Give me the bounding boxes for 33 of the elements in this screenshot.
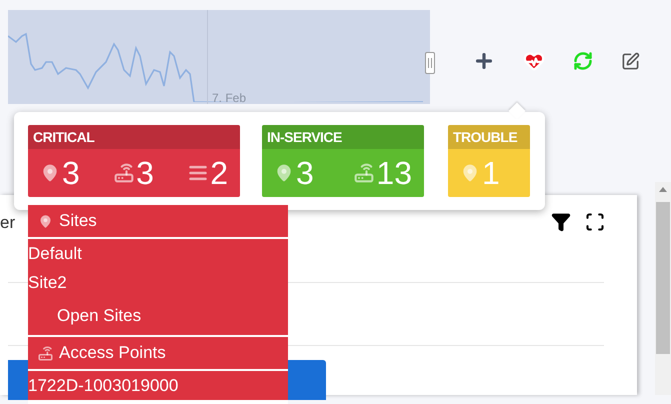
- menu-item[interactable]: Default: [28, 239, 288, 268]
- menu-item[interactable]: Site2: [28, 268, 288, 297]
- heart-pulse-icon[interactable]: [523, 50, 545, 72]
- open-sites-link[interactable]: Open Sites: [28, 297, 288, 335]
- status-title: CRITICAL: [33, 128, 94, 146]
- range-handle[interactable]: [425, 52, 435, 74]
- section-title: Sites: [59, 210, 97, 232]
- router-icon: [38, 346, 53, 360]
- edit-icon[interactable]: [621, 52, 640, 70]
- list-icon: [188, 163, 208, 183]
- status-card[interactable]: IN-SERVICE 3 13: [262, 125, 424, 197]
- count-value: 2: [210, 157, 228, 189]
- map-pin-icon: [38, 214, 53, 228]
- count-value: 3: [62, 157, 80, 189]
- count-value: 3: [136, 157, 154, 189]
- router-icon: [114, 163, 134, 183]
- scrollbar[interactable]: [655, 182, 671, 395]
- fullscreen-icon[interactable]: [585, 212, 605, 232]
- menu-item[interactable]: 1722D-1003019000: [28, 371, 288, 400]
- status-title: TROUBLE: [453, 128, 518, 146]
- add-icon[interactable]: [473, 50, 495, 72]
- scroll-thumb[interactable]: [656, 202, 670, 354]
- date-label: 7. Feb: [212, 92, 246, 104]
- section-title: Access Points: [59, 342, 166, 364]
- panel-title: er: [0, 212, 16, 234]
- scroll-up-icon[interactable]: [659, 187, 667, 192]
- status-title: IN-SERVICE: [267, 128, 342, 146]
- count-value: 1: [482, 157, 500, 189]
- filter-icon[interactable]: [551, 212, 571, 232]
- router-icon: [354, 163, 374, 183]
- count-value: 13: [376, 157, 412, 189]
- count-value: 3: [296, 157, 314, 189]
- status-card[interactable]: CRITICAL 3 3 2: [28, 125, 240, 197]
